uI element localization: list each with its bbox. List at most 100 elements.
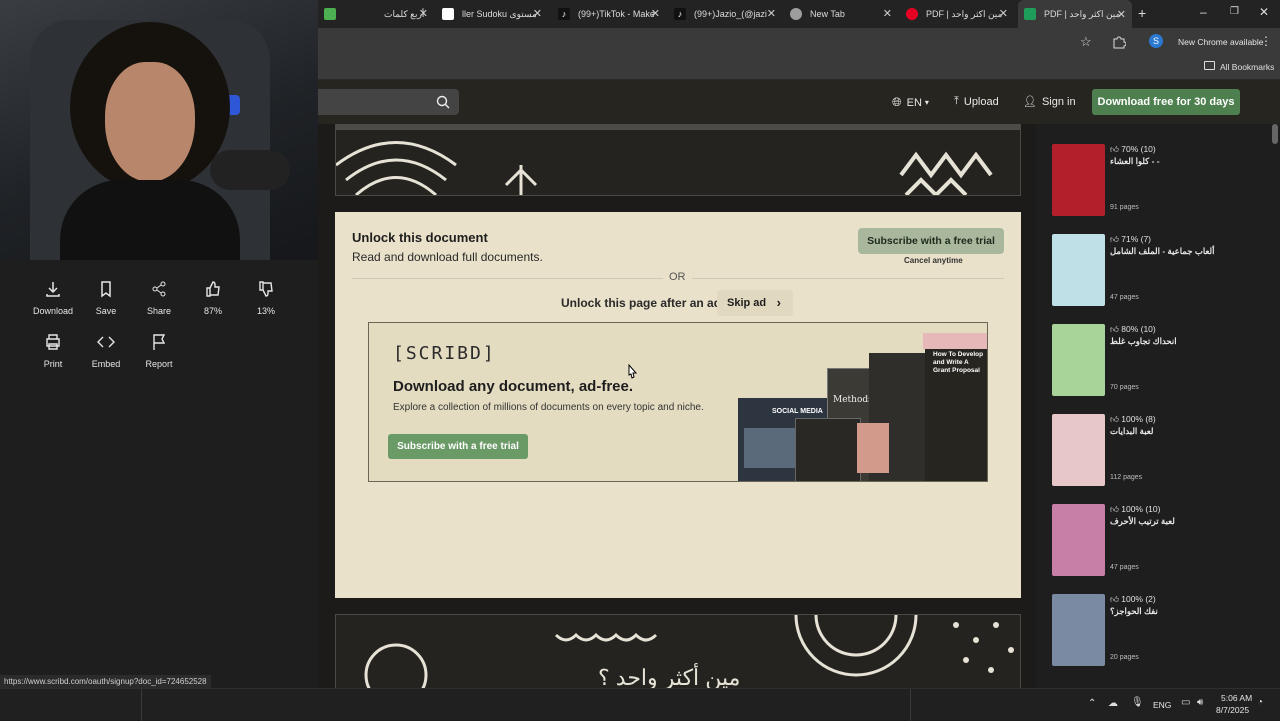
report-action[interactable]: Report [132, 333, 186, 369]
document-thumbnail [1052, 324, 1105, 396]
skip-ad-button[interactable]: Skip ad › [717, 290, 793, 316]
document-page-bottom: مين أكثر واحد ؟ [335, 614, 1021, 688]
close-tab-icon[interactable]: ✕ [999, 7, 1008, 20]
browser-tab-2[interactable]: ller Sudoku مستوى ✕ [442, 4, 542, 24]
share-action[interactable]: Share [132, 280, 186, 316]
user-icon: 👤︎ [1023, 96, 1037, 108]
folder-icon [1204, 61, 1215, 70]
volume-icon[interactable]: 🔊︎ [1197, 697, 1203, 708]
close-tab-icon[interactable]: ✕ [533, 7, 542, 20]
scrollbar-thumb[interactable] [1272, 124, 1278, 144]
browser-toolbar: ☆ S New Chrome available ⋮ [318, 28, 1280, 56]
search-input[interactable] [318, 89, 459, 115]
ad-headline: Download any document, ad-free. [393, 378, 634, 395]
embed-action[interactable]: Embed [79, 333, 133, 369]
save-action[interactable]: Save [79, 280, 133, 316]
taskbar-apps [141, 689, 911, 721]
new-chrome-available[interactable]: New Chrome available [1178, 37, 1264, 47]
profile-avatar[interactable]: S [1149, 34, 1163, 48]
page-count: 47 pages [1110, 294, 1139, 301]
page-count: 20 pages [1110, 654, 1139, 661]
document-title: لعبة ترتيب الأحرف [1110, 516, 1175, 526]
clock-date[interactable]: 8/7/2025 [1216, 705, 1249, 715]
recommended-document[interactable]: 👍︎ 70% (10) كلوا العشاء - - 91 pages [1052, 144, 1252, 226]
webcam-microphone [210, 150, 290, 190]
chevron-up-icon[interactable]: ⌃ [1088, 698, 1096, 709]
close-window-icon[interactable]: ✕ [1259, 5, 1269, 19]
download-icon [46, 282, 60, 297]
recommended-document[interactable]: 👍︎ 100% (8) لعبة البدايات 112 pages [1052, 414, 1252, 496]
close-tab-icon[interactable]: ✕ [419, 7, 428, 20]
downvote-action[interactable]: 13% [239, 280, 293, 316]
close-tab-icon[interactable]: ✕ [883, 7, 892, 20]
restore-icon[interactable]: ❐ [1230, 6, 1239, 17]
ad-subscribe-button[interactable]: Subscribe with a free trial [388, 434, 528, 459]
network-icon[interactable]: ▭ [1181, 697, 1190, 708]
browser-tab-5[interactable]: New Tab ✕ [790, 4, 892, 24]
close-tab-icon[interactable]: ✕ [1117, 8, 1126, 21]
browser-tab-4[interactable]: ♪ (99+)Jazio_(@jazi ✕ [674, 4, 776, 24]
grid-icon [442, 8, 454, 20]
onedrive-icon[interactable]: ☁ [1108, 698, 1118, 709]
extensions-icon[interactable] [1112, 35, 1126, 49]
recommended-document[interactable]: 👍︎ 71% (7) ألعاب جماعية - الملف الشامل 4… [1052, 234, 1252, 316]
all-bookmarks[interactable]: All Bookmarks [1220, 62, 1274, 72]
recommended-document[interactable]: 👍︎ 100% (2) نفك الحواجز؟ 20 pages [1052, 594, 1252, 676]
embed-label: Embed [91, 359, 121, 369]
thumbs-up-icon: 👍︎ [1110, 504, 1122, 514]
site-header: 🌐︎ EN ▾ ⤒ Upload 👤︎ Sign in Download fre… [318, 80, 1280, 124]
unlock-subtitle: Read and download full documents. [352, 250, 543, 264]
embed-icon [97, 336, 115, 348]
rating: 👍︎ 80% (10) [1110, 324, 1156, 335]
recommendations-sidebar: 👍︎ 70% (10) كلوا العشاء - - 91 pages 👍︎ … [1036, 124, 1280, 688]
download-label: Download [32, 306, 74, 316]
signin-button[interactable]: 👤︎ Sign in [1023, 95, 1076, 109]
document-title: كلوا العشاء - - [1110, 156, 1160, 166]
rating-value: 70% (10) [1121, 144, 1156, 154]
recommended-document[interactable]: 👍︎ 80% (10) انحداك تجاوب غلط 70 pages [1052, 324, 1252, 406]
close-tab-icon[interactable]: ✕ [651, 7, 660, 20]
browser-tab-active[interactable]: PDF | مين اكثر واحد ✕ [1018, 0, 1132, 28]
scribd-ad[interactable]: [SCRIBD] Download any document, ad-free.… [368, 322, 988, 482]
subscribe-button[interactable]: Subscribe with a free trial [858, 228, 1004, 254]
language-selector[interactable]: 🌐︎ EN ▾ [892, 95, 929, 110]
document-actions-panel: Download Save Share 87% 13% Print Embed … [0, 260, 318, 688]
recommended-document[interactable]: 👍︎ 100% (10) لعبة ترتيب الأحرف 47 pages [1052, 504, 1252, 586]
page-count: 47 pages [1110, 564, 1139, 571]
upload-button[interactable]: ⤒ Upload [954, 95, 999, 108]
browser-tab-1[interactable]: أربع كلمات ✕ [324, 4, 428, 24]
notification-icon[interactable]: ◔ [1257, 697, 1263, 708]
browser-tab-6[interactable]: PDF | مين اكثر واحد ✕ [906, 4, 1008, 24]
download-free-button[interactable]: Download free for 30 days [1092, 89, 1240, 115]
upvote-percent: 87% [203, 306, 222, 316]
download-action[interactable]: Download [26, 280, 80, 316]
thumbs-up-icon: 👍︎ [1110, 324, 1122, 334]
input-language[interactable]: ENG [1153, 700, 1171, 710]
signin-label: Sign in [1041, 95, 1076, 108]
rating-value: 100% (10) [1121, 504, 1161, 514]
tab-title: PDF | مين اكثر واحد [926, 8, 1003, 19]
clock-time[interactable]: 5:06 AM [1221, 693, 1252, 703]
document-thumbnail [1052, 414, 1105, 486]
menu-icon[interactable]: ⋮ [1260, 34, 1272, 48]
chrome-icon [790, 8, 802, 20]
document-viewer[interactable]: Unlock this document Read and download f… [318, 124, 1036, 688]
rating: 👍︎ 100% (2) [1110, 594, 1156, 605]
print-action[interactable]: Print [26, 333, 80, 369]
rating-value: 71% (7) [1121, 234, 1152, 244]
close-tab-icon[interactable]: ✕ [767, 7, 776, 20]
thumbs-up-icon: 👍︎ [1110, 414, 1122, 424]
webcam-face [105, 62, 195, 182]
new-tab-icon[interactable]: + [1138, 5, 1146, 21]
search-icon[interactable] [436, 95, 450, 109]
microphone-icon[interactable]: 🎙︎ [1131, 697, 1144, 708]
book-cover: How To Develop and Write A Grant Proposa… [925, 345, 987, 481]
upload-icon: ⤒ [954, 95, 959, 107]
browser-tab-3[interactable]: ♪ (99+)TikTok - Make ✕ [558, 4, 660, 24]
minimize-icon[interactable]: – [1200, 5, 1207, 19]
upvote-action[interactable]: 87% [186, 280, 240, 316]
skip-ad-label: Skip ad [727, 297, 767, 309]
bookmark-star-icon[interactable]: ☆ [1080, 34, 1092, 50]
document-title: نفك الحواجز؟ [1110, 606, 1158, 616]
tiktok-icon: ♪ [558, 8, 570, 20]
